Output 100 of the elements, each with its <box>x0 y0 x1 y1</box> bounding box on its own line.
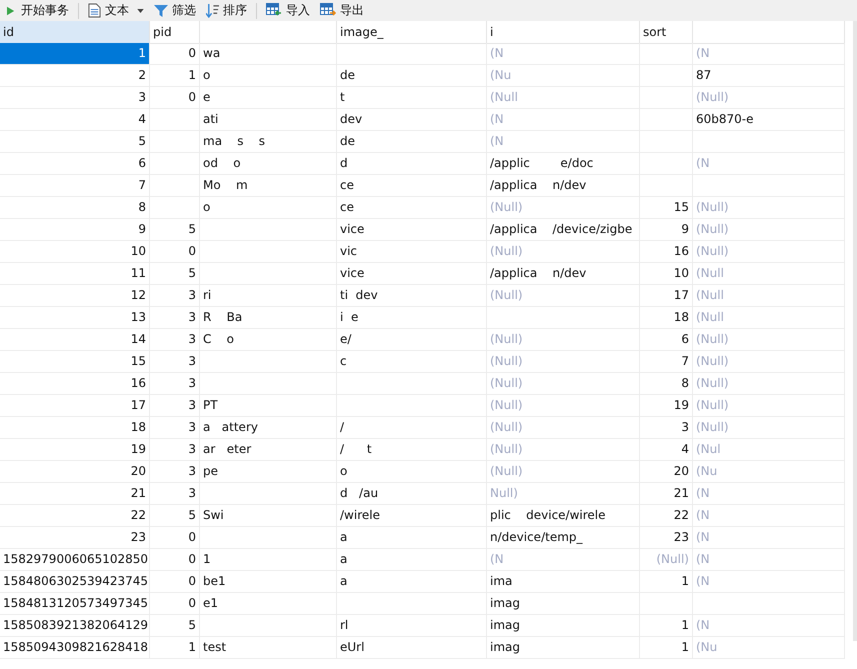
row-id-cell: 15 <box>0 351 150 373</box>
table-cell: 0 <box>150 43 200 65</box>
table-cell: 3 <box>150 439 200 461</box>
table-cell: 1 <box>200 549 337 571</box>
table-cell: /applica n/dev <box>487 175 640 197</box>
table-cell: C o <box>200 329 337 351</box>
table-cell: /applica /device/zigbe <box>487 219 640 241</box>
row-id-cell: 16 <box>0 373 150 395</box>
toolbar-button[interactable]: 导入 <box>261 0 315 20</box>
table-cell: PT <box>200 395 337 417</box>
table-cell: (Null) <box>487 351 640 373</box>
row-id-cell: 8 <box>0 197 150 219</box>
row-id-cell: 17 <box>0 395 150 417</box>
table-cell: 5 <box>150 219 200 241</box>
table-cell: 0 <box>150 241 200 263</box>
toolbar-button[interactable]: 导出 <box>315 0 369 20</box>
column-header[interactable]: sort <box>640 21 693 44</box>
table-cell: t <box>337 87 487 109</box>
row-id-cell: 6 <box>0 153 150 175</box>
table-cell: 3 <box>150 461 200 483</box>
row-id-cell: 12 <box>0 285 150 307</box>
table-cell: 9 <box>640 219 693 241</box>
table-cell: 5 <box>150 615 200 637</box>
table-cell: (N <box>693 483 845 505</box>
table-cell: 3 <box>150 307 200 329</box>
table-cell: 1 <box>150 65 200 87</box>
table-cell: 17 <box>640 285 693 307</box>
table-cell: imag <box>487 593 640 615</box>
table-cell: vice <box>337 263 487 285</box>
table-cell: be1 <box>200 571 337 593</box>
table-cell: eUrl <box>337 637 487 659</box>
table-cell: e/ <box>337 329 487 351</box>
table-cell: (Null) <box>487 241 640 263</box>
table-cell: 3 <box>150 285 200 307</box>
table-cell: (N <box>693 527 845 549</box>
table-cell: (Null) <box>487 461 640 483</box>
table-cell: 3 <box>150 483 200 505</box>
table-cell: rl <box>337 615 487 637</box>
column-header[interactable]: pid <box>150 21 200 44</box>
table-cell: a <box>337 571 487 593</box>
table-cell: od o <box>200 153 337 175</box>
row-id-cell: 4 <box>0 109 150 131</box>
table-cell: e1 <box>200 593 337 615</box>
table-cell: d <box>337 153 487 175</box>
column-header[interactable]: image_ <box>337 21 487 44</box>
table-cell: 0 <box>150 527 200 549</box>
table-cell: o <box>200 197 337 219</box>
column-header[interactable] <box>200 21 337 44</box>
table-cell: o <box>337 461 487 483</box>
table-cell: i e <box>337 307 487 329</box>
table-cell: c <box>337 351 487 373</box>
table-cell: /applic e/doc <box>487 153 640 175</box>
table-cell: pe <box>200 461 337 483</box>
table-cell: (Nu <box>693 637 845 659</box>
table-cell: 23 <box>640 527 693 549</box>
table-cell: (Null) <box>693 351 845 373</box>
row-id-cell: 13 <box>0 307 150 329</box>
row-id-cell: 1584813120573497345 <box>0 593 150 615</box>
table-cell: (Null) <box>693 373 845 395</box>
toolbar-button[interactable]: 文本 <box>83 0 149 20</box>
table-cell: R Ba <box>200 307 337 329</box>
table-cell <box>640 43 693 65</box>
table-cell: (N <box>693 571 845 593</box>
table-cell: 0 <box>150 87 200 109</box>
table-cell: (Nu <box>487 65 640 87</box>
row-id-cell: 19 <box>0 439 150 461</box>
table-cell: (N <box>693 549 845 571</box>
table-cell: (N <box>487 131 640 153</box>
table-cell: de <box>337 131 487 153</box>
column-header[interactable]: id <box>0 21 150 44</box>
row-id-cell: 22 <box>0 505 150 527</box>
document-icon <box>88 3 101 18</box>
table-cell: (Null) <box>693 395 845 417</box>
table-cell: (Null) <box>693 329 845 351</box>
table-cell: (Null <box>693 263 845 285</box>
row-id-cell: 2 <box>0 65 150 87</box>
table-cell: 0 <box>150 549 200 571</box>
column-header[interactable]: i <box>487 21 640 44</box>
table-cell: 21 <box>640 483 693 505</box>
table-cell: 15 <box>640 197 693 219</box>
row-id-cell: 7 <box>0 175 150 197</box>
table-cell: (Nu <box>693 461 845 483</box>
table-cell: imag <box>487 637 640 659</box>
column-header[interactable] <box>693 21 845 44</box>
toolbar-button[interactable]: 开始事务 <box>2 0 74 20</box>
toolbar-button[interactable]: 排序 <box>201 0 252 20</box>
table-cell: (Null) <box>487 373 640 395</box>
table-cell: 3 <box>150 329 200 351</box>
table-cell: vic <box>337 241 487 263</box>
toolbar-button[interactable]: 筛选 <box>149 0 201 20</box>
table-cell: (Null) <box>693 197 845 219</box>
table-cell: e <box>200 87 337 109</box>
table-cell: /wirele <box>337 505 487 527</box>
table-cell: (N <box>693 505 845 527</box>
table-cell: ma s s <box>200 131 337 153</box>
table-cell: 19 <box>640 395 693 417</box>
table-cell: ati <box>200 109 337 131</box>
row-id-cell: 11 <box>0 263 150 285</box>
row-id-cell: 18 <box>0 417 150 439</box>
table-cell: (N <box>693 43 845 65</box>
